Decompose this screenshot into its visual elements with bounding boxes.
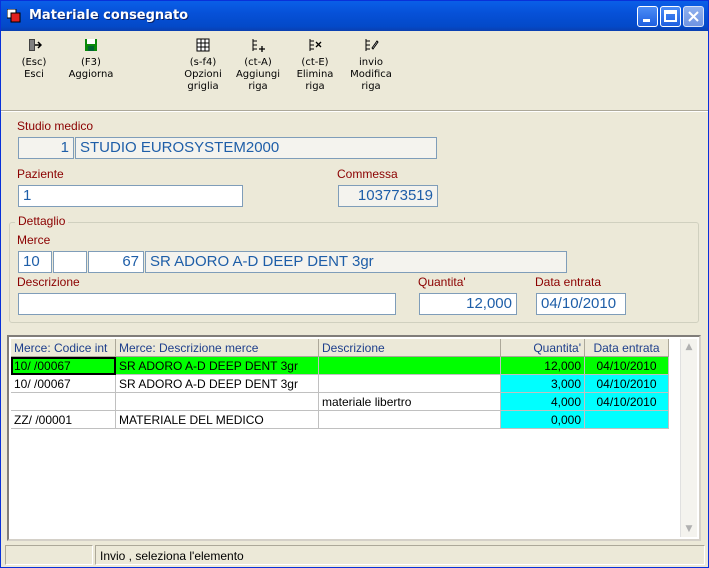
column-header-data[interactable]: Data entrata [584, 339, 669, 357]
scroll-down-arrow-icon[interactable]: ▼ [681, 521, 697, 537]
merce-label: Merce [17, 233, 51, 247]
cell-descrizione[interactable] [318, 374, 501, 393]
table-row[interactable]: materiale libertro 4,000 04/10/2010 [11, 392, 669, 411]
commessa-field[interactable]: 103773519 [338, 185, 438, 207]
exit-icon [29, 39, 42, 51]
toolbar-label: riga [361, 81, 381, 92]
merce-code1-field[interactable]: 10 [18, 251, 52, 273]
toolbar-add-row-button[interactable]: (ct-A) Aggiungi riga [233, 37, 283, 93]
toolbar: (Esc) Esci (F3) Aggiorna (s-f4) Opzioni … [1, 31, 708, 109]
quantita-field[interactable]: 12,000 [419, 293, 517, 315]
data-entrata-label: Data entrata [535, 275, 602, 289]
paziente-field[interactable]: 1 [18, 185, 243, 207]
cell-quantita[interactable]: 3,000 [500, 374, 585, 393]
quantita-label: Quantita' [418, 275, 466, 289]
delete-row-icon [309, 39, 322, 51]
minimize-icon [643, 19, 650, 22]
merce-code2-field[interactable] [53, 251, 87, 273]
toolbar-key: (ct-A) [244, 57, 272, 68]
cell-descrizione[interactable] [318, 356, 501, 375]
cell-codice[interactable]: 10/ /00067 [11, 356, 116, 375]
cell-desc-merce[interactable]: SR ADORO A-D DEEP DENT 3gr [115, 356, 319, 375]
close-button[interactable] [683, 6, 704, 27]
merce-description-field[interactable]: SR ADORO A-D DEEP DENT 3gr [145, 251, 567, 273]
cell-quantita[interactable]: 0,000 [500, 410, 585, 429]
save-icon [85, 39, 97, 51]
toolbar-label: Aggiorna [68, 69, 114, 80]
commessa-label: Commessa [337, 167, 398, 181]
toolbar-label: griglia [187, 81, 219, 92]
toolbar-label: riga [248, 81, 268, 92]
toolbar-key: (s-f4) [189, 57, 217, 68]
descrizione-label: Descrizione [17, 275, 80, 289]
grid-vertical-scrollbar[interactable]: ▲ ▼ [680, 339, 697, 537]
toolbar-label: Opzioni [184, 69, 222, 80]
table-row[interactable]: ZZ/ /00001 MATERIALE DEL MEDICO 0,000 [11, 410, 669, 429]
descrizione-field[interactable] [18, 293, 396, 315]
minimize-button[interactable] [637, 6, 658, 27]
table-row[interactable]: 10/ /00067 SR ADORO A-D DEEP DENT 3gr 12… [11, 356, 669, 375]
toolbar-key: (ct-E) [301, 57, 329, 68]
app-window: Materiale consegnato (Esc) Esci (F3) Agg… [0, 0, 709, 568]
toolbar-label: Aggiungi [235, 69, 281, 80]
data-entrata-field[interactable]: 04/10/2010 [536, 293, 626, 315]
toolbar-label: Modifica [350, 69, 392, 80]
toolbar-key: invio [359, 57, 383, 68]
cell-descrizione[interactable] [318, 410, 501, 429]
toolbar-label: riga [305, 81, 325, 92]
cell-quantita[interactable]: 12,000 [500, 356, 585, 375]
maximize-icon [664, 10, 677, 22]
toolbar-key: (F3) [81, 57, 101, 68]
column-header-desc-merce[interactable]: Merce: Descrizione merce [115, 339, 319, 357]
toolbar-key: (Esc) [21, 57, 47, 68]
studio-label: Studio medico [17, 119, 94, 133]
cell-data[interactable]: 04/10/2010 [584, 356, 669, 375]
merce-code3-field[interactable]: 67 [88, 251, 144, 273]
table-row[interactable]: 10/ /00067 SR ADORO A-D DEEP DENT 3gr 3,… [11, 374, 669, 393]
studio-code-field[interactable]: 1 [18, 137, 74, 159]
grid-options-icon [196, 38, 210, 52]
toolbar-edit-row-button[interactable]: invio Modifica riga [345, 37, 397, 93]
toolbar-label: Esci [24, 69, 44, 80]
title-bar[interactable]: Materiale consegnato [1, 1, 708, 31]
cell-desc-merce[interactable]: SR ADORO A-D DEEP DENT 3gr [115, 374, 319, 393]
cell-quantita[interactable]: 4,000 [500, 392, 585, 411]
status-bar: Invio , seleziona l'elemento [1, 545, 708, 567]
paziente-label: Paziente [17, 167, 64, 181]
cell-codice[interactable] [11, 392, 116, 411]
items-table: Merce: Codice int Merce: Descrizione mer… [11, 339, 669, 429]
column-header-codice[interactable]: Merce: Codice int [11, 339, 116, 357]
toolbar-grid-options-button[interactable]: (s-f4) Opzioni griglia [179, 37, 227, 93]
close-icon [688, 11, 699, 22]
column-header-quantita[interactable]: Quantita' [500, 339, 585, 357]
status-pane-1 [5, 545, 93, 565]
grid-header-row: Merce: Codice int Merce: Descrizione mer… [11, 339, 669, 357]
items-grid[interactable]: Merce: Codice int Merce: Descrizione mer… [7, 335, 701, 541]
add-row-icon [252, 39, 265, 52]
cell-descrizione[interactable]: materiale libertro [318, 392, 501, 411]
window-title: Materiale consegnato [29, 8, 189, 23]
toolbar-separator [1, 110, 708, 112]
cell-codice[interactable]: 10/ /00067 [11, 374, 116, 393]
cell-codice[interactable]: ZZ/ /00001 [11, 410, 116, 429]
cell-data[interactable] [584, 410, 669, 429]
column-header-descrizione[interactable]: Descrizione [318, 339, 501, 357]
maximize-button[interactable] [660, 6, 681, 27]
cell-data[interactable]: 04/10/2010 [584, 392, 669, 411]
cell-desc-merce[interactable] [115, 392, 319, 411]
toolbar-delete-row-button[interactable]: (ct-E) Elimina riga [293, 37, 337, 93]
edit-row-icon [365, 39, 379, 51]
status-pane-2: Invio , seleziona l'elemento [95, 545, 705, 565]
toolbar-refresh-button[interactable]: (F3) Aggiorna [65, 37, 117, 81]
toolbar-label: Elimina [296, 69, 334, 80]
scroll-up-arrow-icon[interactable]: ▲ [681, 339, 697, 355]
dettaglio-label: Dettaglio [15, 214, 69, 228]
toolbar-exit-button[interactable]: (Esc) Esci [15, 37, 53, 81]
app-icon [7, 9, 21, 23]
cell-desc-merce[interactable]: MATERIALE DEL MEDICO [115, 410, 319, 429]
studio-name-field[interactable]: STUDIO EUROSYSTEM2000 [75, 137, 437, 159]
cell-data[interactable]: 04/10/2010 [584, 374, 669, 393]
